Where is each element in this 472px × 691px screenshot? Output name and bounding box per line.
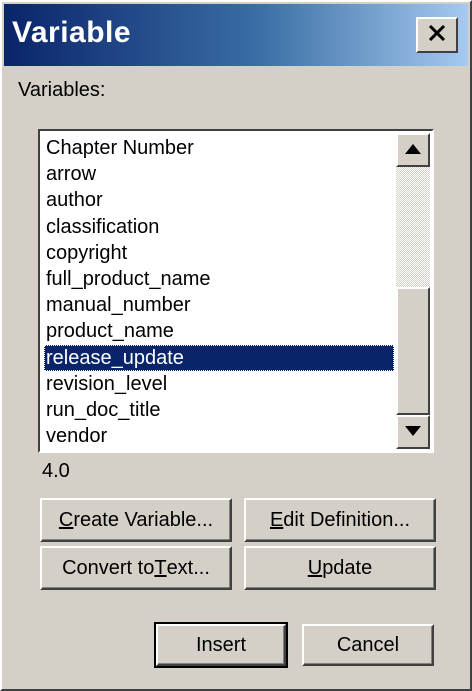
variables-list: Chapter Number arrow author classification c…: [44, 135, 394, 449]
create-variable-button[interactable]: Create Variable...: [40, 498, 232, 542]
triangle-down-icon: [405, 423, 421, 441]
variable-dialog: Variable Variables: Chapter Number arrow a…: [0, 0, 472, 691]
update-button[interactable]: Update: [244, 546, 436, 590]
close-icon: [428, 24, 446, 46]
list-item[interactable]: revision_level: [44, 371, 394, 397]
insert-button[interactable]: Insert: [154, 622, 288, 668]
close-button[interactable]: [416, 17, 458, 53]
variable-value: 4.0: [42, 460, 70, 482]
variables-label: Variables:: [18, 79, 106, 101]
list-item[interactable]: author: [44, 187, 394, 213]
convert-to-text-button[interactable]: Convert to Text...: [40, 546, 232, 590]
window-title: Variable: [12, 16, 132, 49]
cancel-button[interactable]: Cancel: [302, 624, 434, 666]
list-item[interactable]: release_update: [44, 344, 394, 371]
list-item[interactable]: product_name: [44, 318, 394, 344]
list-item[interactable]: arrow: [44, 161, 394, 187]
scroll-down-button[interactable]: [396, 415, 430, 449]
title-bar[interactable]: Variable: [4, 4, 468, 66]
list-item[interactable]: copyright: [44, 240, 394, 266]
list-item[interactable]: classification: [44, 214, 394, 240]
list-item[interactable]: run_doc_title: [44, 397, 394, 423]
triangle-up-icon: [405, 141, 421, 159]
list-item[interactable]: full_product_name: [44, 266, 394, 292]
list-item[interactable]: manual_number: [44, 292, 394, 318]
list-item[interactable]: vendor: [44, 423, 394, 449]
scroll-thumb[interactable]: [396, 287, 430, 415]
vertical-scrollbar[interactable]: [396, 133, 430, 449]
list-item[interactable]: Chapter Number: [44, 135, 394, 161]
edit-definition-button[interactable]: Edit Definition...: [244, 498, 436, 542]
variables-listbox[interactable]: Chapter Number arrow author classification c…: [38, 129, 434, 453]
scroll-up-button[interactable]: [396, 133, 430, 167]
